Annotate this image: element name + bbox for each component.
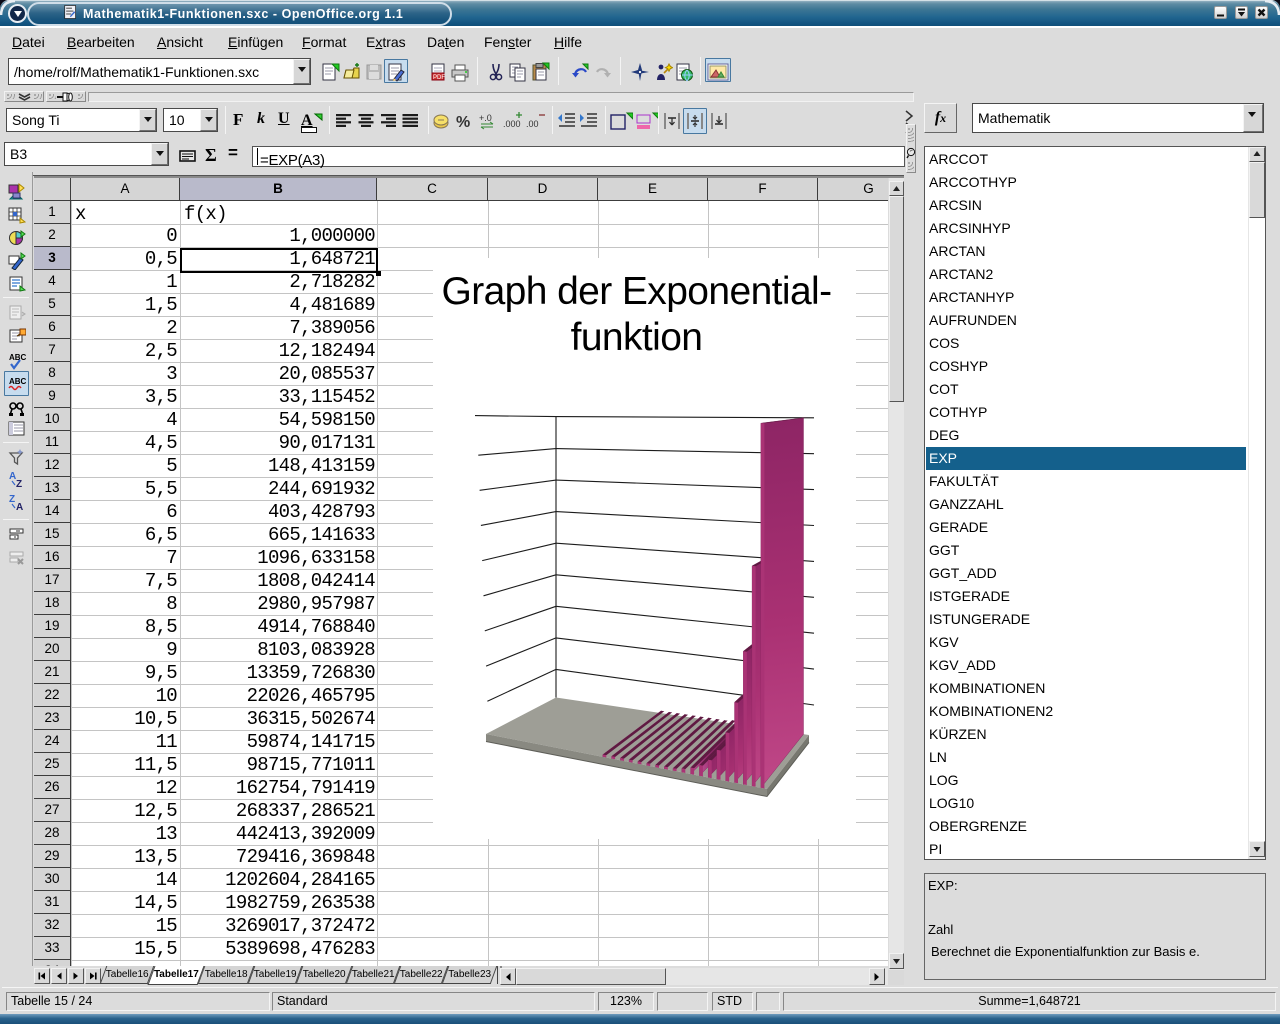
svg-text:.00: .00 xyxy=(526,119,539,129)
svg-text:A: A xyxy=(301,112,313,129)
svg-text:A: A xyxy=(16,502,23,511)
svg-text:PDF: PDF xyxy=(433,75,445,81)
svg-text:%: % xyxy=(456,114,470,131)
svg-text:ABC: ABC xyxy=(9,353,26,362)
svg-text:+.0: +.0 xyxy=(479,113,492,123)
svg-text:ABC: ABC xyxy=(9,377,26,386)
svg-text:Z: Z xyxy=(9,494,15,505)
svg-text:Z: Z xyxy=(16,479,22,488)
svg-text:.000: .000 xyxy=(503,119,521,129)
